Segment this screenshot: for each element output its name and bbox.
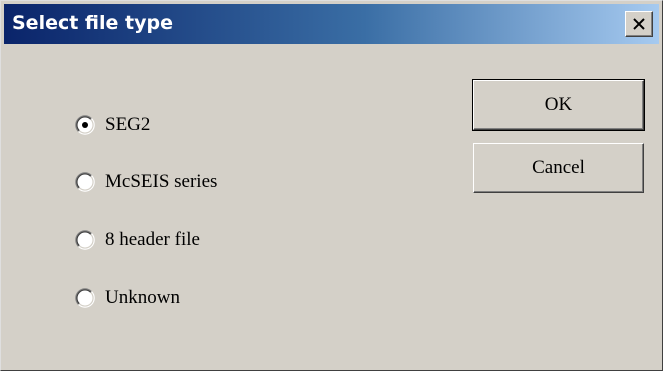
radio-option-mcseis-series[interactable]: McSEIS series (75, 168, 335, 196)
close-button[interactable] (625, 11, 653, 37)
select-file-type-dialog: Select file type SEG2 McSEIS series 8 he… (0, 0, 663, 371)
radio-option-seg2[interactable]: SEG2 (75, 111, 335, 139)
radio-label-unknown: Unknown (105, 287, 180, 308)
radio-option-unknown[interactable]: Unknown (75, 284, 335, 312)
cancel-button[interactable]: Cancel (473, 143, 644, 193)
radio-button[interactable] (75, 288, 95, 308)
radio-label-8-header-file: 8 header file (105, 229, 200, 250)
radio-button[interactable] (75, 172, 95, 192)
close-icon (633, 18, 645, 30)
title-bar[interactable]: Select file type (4, 4, 659, 44)
ok-button[interactable]: OK (472, 79, 645, 131)
dialog-title: Select file type (12, 12, 173, 34)
radio-button[interactable] (75, 230, 95, 250)
radio-label-mcseis-series: McSEIS series (105, 171, 218, 192)
radio-button-selected[interactable] (75, 115, 95, 135)
radio-option-8-header-file[interactable]: 8 header file (75, 226, 335, 254)
radio-label-seg2: SEG2 (105, 114, 151, 135)
